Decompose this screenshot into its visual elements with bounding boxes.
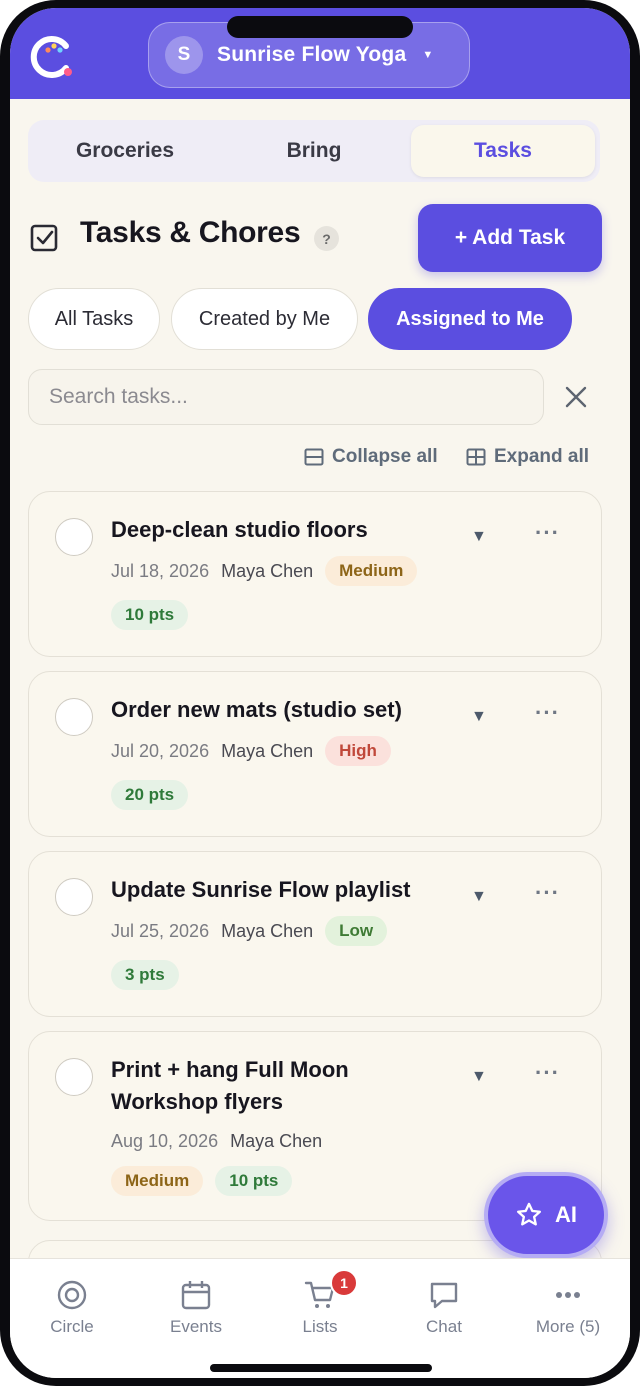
list-type-tabs: Groceries Bring Tasks xyxy=(28,120,600,182)
phone-frame: S Sunrise Flow Yoga ▼ Groceries Bring Ta… xyxy=(0,0,640,1386)
task-meta: Jul 25, 2026 Maya Chen Low xyxy=(111,916,388,946)
nav-label: More (5) xyxy=(535,1317,601,1336)
nav-label: Lists xyxy=(302,1317,338,1336)
points-badge: 10 pts xyxy=(215,1166,293,1196)
nav-label: Events xyxy=(170,1317,222,1336)
expand-caret-icon[interactable]: ▼ xyxy=(471,1068,487,1086)
more-options-icon[interactable]: ··· xyxy=(535,700,560,726)
star-icon xyxy=(516,1202,542,1226)
expand-caret-icon[interactable]: ▼ xyxy=(471,708,487,726)
points-badge: 20 pts xyxy=(111,780,189,810)
collapse-all-label: Collapse all xyxy=(332,446,438,467)
task-badges: 20 pts xyxy=(111,780,189,810)
tab-groceries[interactable]: Groceries xyxy=(33,125,217,177)
tab-tasks[interactable]: Tasks xyxy=(411,125,595,177)
task-title: Deep-clean studio floors xyxy=(111,517,368,542)
expand-all-label: Expand all xyxy=(494,446,590,467)
app-header: S Sunrise Flow Yoga ▼ xyxy=(10,8,630,99)
task-meta: Jul 20, 2026 Maya Chen High xyxy=(111,736,391,766)
section-header: Tasks & Chores ? + Add Task xyxy=(30,204,610,274)
notification-badge: 1 xyxy=(330,1269,358,1297)
checkbox-icon xyxy=(30,224,58,252)
task-date: Jul 18, 2026 xyxy=(111,560,210,581)
task-complete-checkbox[interactable] xyxy=(55,878,93,916)
task-complete-checkbox[interactable] xyxy=(55,1058,93,1096)
task-card[interactable]: Deep-clean studio floors ▼ ··· Jul 18, 2… xyxy=(28,491,602,657)
priority-badge: Low xyxy=(325,916,388,946)
nav-more[interactable]: More (5) xyxy=(506,1279,630,1337)
page-title: Tasks & Chores xyxy=(80,216,301,249)
task-assignee: Maya Chen xyxy=(230,1130,323,1151)
calendar-icon xyxy=(181,1281,211,1310)
more-options-icon[interactable]: ··· xyxy=(535,520,560,546)
task-assignee: Maya Chen xyxy=(221,920,314,941)
app-screen: S Sunrise Flow Yoga ▼ Groceries Bring Ta… xyxy=(10,8,630,1378)
caret-down-icon: ▼ xyxy=(422,49,434,61)
search-input[interactable] xyxy=(28,369,544,425)
priority-badge: Medium xyxy=(111,1166,204,1196)
priority-badge: High xyxy=(325,736,391,766)
task-assignee: Maya Chen xyxy=(221,740,314,761)
points-badge: 10 pts xyxy=(111,600,189,630)
task-complete-checkbox[interactable] xyxy=(55,518,93,556)
circle-name: Sunrise Flow Yoga xyxy=(217,43,407,66)
more-icon xyxy=(556,1292,580,1298)
tab-bring[interactable]: Bring xyxy=(222,125,406,177)
filter-all-tasks[interactable]: All Tasks xyxy=(28,288,160,350)
collapse-icon xyxy=(304,448,324,466)
collapse-all-button[interactable]: Collapse all xyxy=(304,446,438,468)
task-badges: Medium 10 pts xyxy=(111,1166,293,1196)
points-badge: 3 pts xyxy=(111,960,179,990)
nav-circle[interactable]: Circle xyxy=(10,1279,134,1337)
ai-assistant-button[interactable]: AI xyxy=(484,1172,608,1258)
nav-chat[interactable]: Chat xyxy=(382,1279,506,1337)
nav-events[interactable]: Events xyxy=(134,1279,258,1337)
chat-icon xyxy=(430,1282,458,1309)
task-card[interactable]: Update Sunrise Flow playlist ▼ ··· Jul 2… xyxy=(28,851,602,1017)
more-options-icon[interactable]: ··· xyxy=(535,880,560,906)
task-title: Print + hang Full Moon Workshop flyers xyxy=(111,1057,349,1114)
camera-notch xyxy=(227,16,413,38)
task-badges: 10 pts xyxy=(111,600,189,630)
add-task-button[interactable]: + Add Task xyxy=(418,204,602,272)
bottom-nav: Circle Events 1 Lists Chat More (5) xyxy=(10,1258,630,1378)
help-icon[interactable]: ? xyxy=(314,226,339,251)
expand-caret-icon[interactable]: ▼ xyxy=(471,888,487,906)
task-assignee: Maya Chen xyxy=(221,560,314,581)
task-title: Update Sunrise Flow playlist xyxy=(111,877,411,902)
close-icon[interactable] xyxy=(564,385,588,409)
expand-all-button[interactable]: Expand all xyxy=(466,446,589,468)
task-complete-checkbox[interactable] xyxy=(55,698,93,736)
task-meta: Jul 18, 2026 Maya Chen Medium xyxy=(111,556,418,586)
task-date: Jul 20, 2026 xyxy=(111,740,210,761)
filter-assigned-to-me[interactable]: Assigned to Me xyxy=(368,288,572,350)
more-options-icon[interactable]: ··· xyxy=(535,1060,560,1086)
nav-lists[interactable]: 1 Lists xyxy=(258,1269,382,1337)
expand-icon xyxy=(466,448,486,466)
app-logo-icon[interactable] xyxy=(28,32,78,82)
task-card[interactable]: Order new mats (studio set) ▼ ··· Jul 20… xyxy=(28,671,602,837)
task-meta: Aug 10, 2026 Maya Chen xyxy=(111,1126,322,1156)
task-title: Order new mats (studio set) xyxy=(111,697,402,722)
target-icon xyxy=(57,1280,87,1310)
filter-created-by-me[interactable]: Created by Me xyxy=(171,288,358,350)
nav-label: Chat xyxy=(426,1317,462,1336)
expand-caret-icon[interactable]: ▼ xyxy=(471,528,487,546)
task-date: Jul 25, 2026 xyxy=(111,920,210,941)
home-indicator xyxy=(210,1364,432,1372)
task-date: Aug 10, 2026 xyxy=(111,1130,219,1151)
priority-badge: Medium xyxy=(325,556,418,586)
ai-label: AI xyxy=(555,1202,577,1227)
nav-label: Circle xyxy=(50,1317,94,1336)
task-badges: 3 pts xyxy=(111,960,179,990)
circle-avatar: S xyxy=(165,36,203,74)
